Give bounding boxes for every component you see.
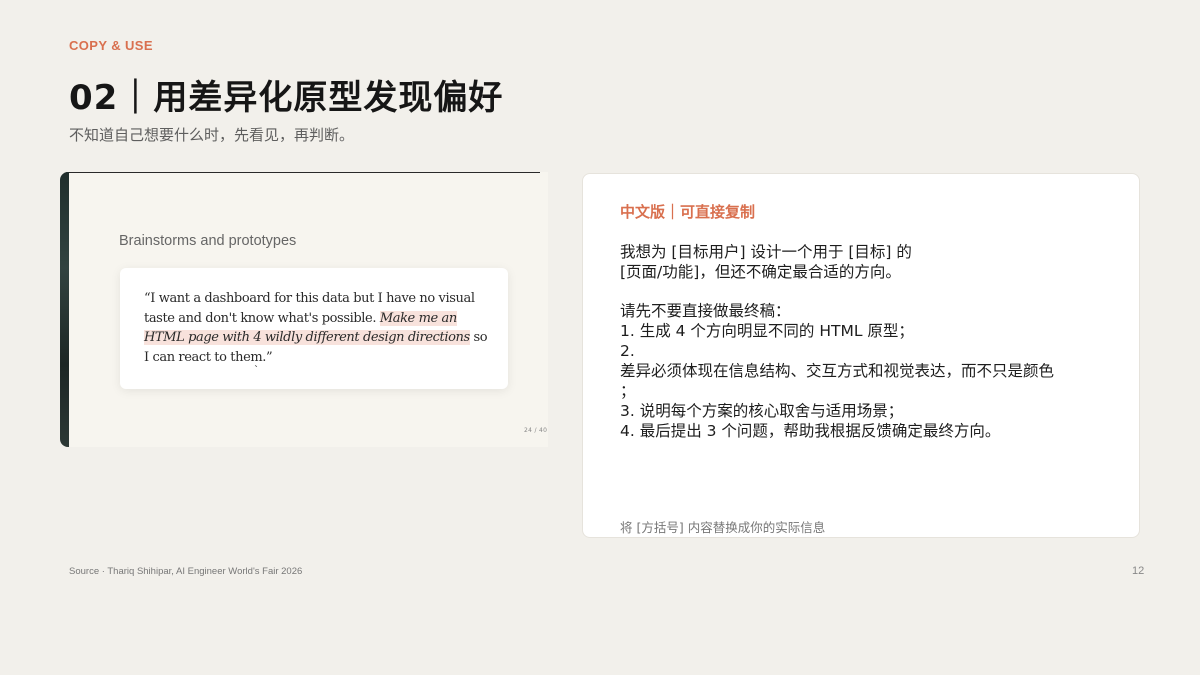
screenshot-dark-edge [60,172,69,447]
prompt-line: 1. 生成 4 个方向明显不同的 HTML 原型； [620,322,914,340]
prompt-card-note: 将 [方括号] 内容替换成你的实际信息 [620,520,826,535]
screenshot-top-border [60,172,540,173]
eyebrow-label: COPY & USE [69,38,153,53]
source-citation: Source · Thariq Shihipar, AI Engineer Wo… [69,566,303,577]
prompt-gap [620,282,1100,301]
prompt-line: [页面/功能]，但还不确定最合适的方向。 [620,263,901,281]
page-subtitle: 不知道自己想要什么时，先看见，再判断。 [69,126,355,144]
quote-card: “I want a dashboard for this data but I … [120,268,508,389]
prompt-line: 3. 说明每个方案的核心取舍与适用场景； [620,402,904,420]
prompt-line: 请先不要直接做最终稿： [620,302,791,320]
screenshot-page-indicator: 24 / 40 [524,427,548,434]
slide-screenshot: Brainstorms and prototypes “I want a das… [60,172,548,447]
prompt-line: 4. 最后提出 3 个问题，帮助我根据反馈确定最终方向。 [620,422,1001,440]
prompt-line: 差异必须体现在信息结构、交互方式和视觉表达，而不只是颜色 [620,362,1055,380]
prompt-card: 中文版｜可直接复制 我想为 [目标用户] 设计一个用于 [目标] 的 [页面/功… [582,173,1140,538]
prompt-line: 我想为 [目标用户] 设计一个用于 [目标] 的 [620,243,912,261]
prompt-text[interactable]: 我想为 [目标用户] 设计一个用于 [目标] 的 [页面/功能]，但还不确定最合… [620,242,1100,441]
prompt-card-label: 中文版｜可直接复制 [620,203,756,221]
quote-tick-mark: ` [254,365,259,376]
page-number: 12 [1132,565,1145,577]
quote-text: “I want a dashboard for this data but I … [144,289,489,367]
screenshot-heading: Brainstorms and prototypes [119,233,297,249]
page-title: 02｜用差异化原型发现偏好 [69,78,504,118]
prompt-line: 2. [620,342,635,360]
prompt-line: ； [620,382,636,400]
